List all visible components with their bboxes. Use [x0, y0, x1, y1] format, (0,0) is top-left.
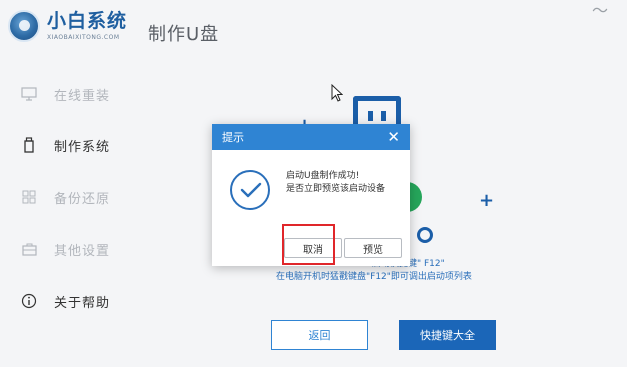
plus-decoration-icon: +	[479, 190, 495, 211]
sidebar-item-make-system[interactable]: 制作系统	[20, 134, 110, 156]
monitor-icon	[20, 85, 38, 103]
success-check-icon	[230, 170, 270, 210]
page-title: 制作U盘	[148, 24, 220, 45]
app-name: 小白系统	[47, 9, 128, 32]
app-logo: 小白系统 XIAOBAIXITONG.COM	[8, 10, 127, 42]
sidebar-item-label: 其他设置	[54, 243, 111, 259]
sidebar-item-about-help[interactable]: 关于帮助	[20, 290, 110, 312]
dialog-title: 提示	[222, 131, 244, 144]
ring-decoration-icon	[417, 227, 433, 243]
app-subtitle: XIAOBAIXITONG.COM	[47, 33, 120, 41]
sidebar-item-backup-restore[interactable]: 备份还原	[20, 186, 110, 208]
window-close-icon[interactable]: 〜	[592, 0, 608, 21]
sidebar-item-online-reinstall[interactable]: 在线重装	[20, 83, 110, 105]
sidebar-item-other-settings[interactable]: 其他设置	[20, 238, 110, 260]
sidebar-item-label: 备份还原	[54, 191, 111, 207]
briefcase-icon	[20, 240, 38, 258]
usb-icon	[20, 136, 38, 154]
dialog-close-icon[interactable]: ✕	[387, 129, 400, 145]
preview-button[interactable]: 预览	[344, 238, 402, 258]
hint-instructions: 在电脑开机时猛戳键盘"F12"即可调出启动项列表	[276, 272, 472, 282]
sidebar-item-label: 在线重装	[54, 88, 111, 104]
hotkey-list-button[interactable]: 快捷键大全	[399, 320, 496, 350]
highlight-box	[282, 224, 335, 265]
dialog-message-question: 是否立即预览该启动设备	[286, 184, 386, 194]
grid-icon	[20, 188, 38, 206]
logo-icon	[8, 10, 40, 42]
back-button[interactable]: 返回	[271, 320, 368, 350]
sidebar-item-label: 制作系统	[54, 139, 111, 155]
sidebar-item-label: 关于帮助	[54, 295, 111, 311]
mouse-cursor-icon	[331, 84, 343, 102]
dialog-header: 提示 ✕	[212, 124, 410, 150]
info-icon	[20, 292, 38, 310]
dialog-message-success: 启动U盘制作成功!	[286, 171, 360, 181]
